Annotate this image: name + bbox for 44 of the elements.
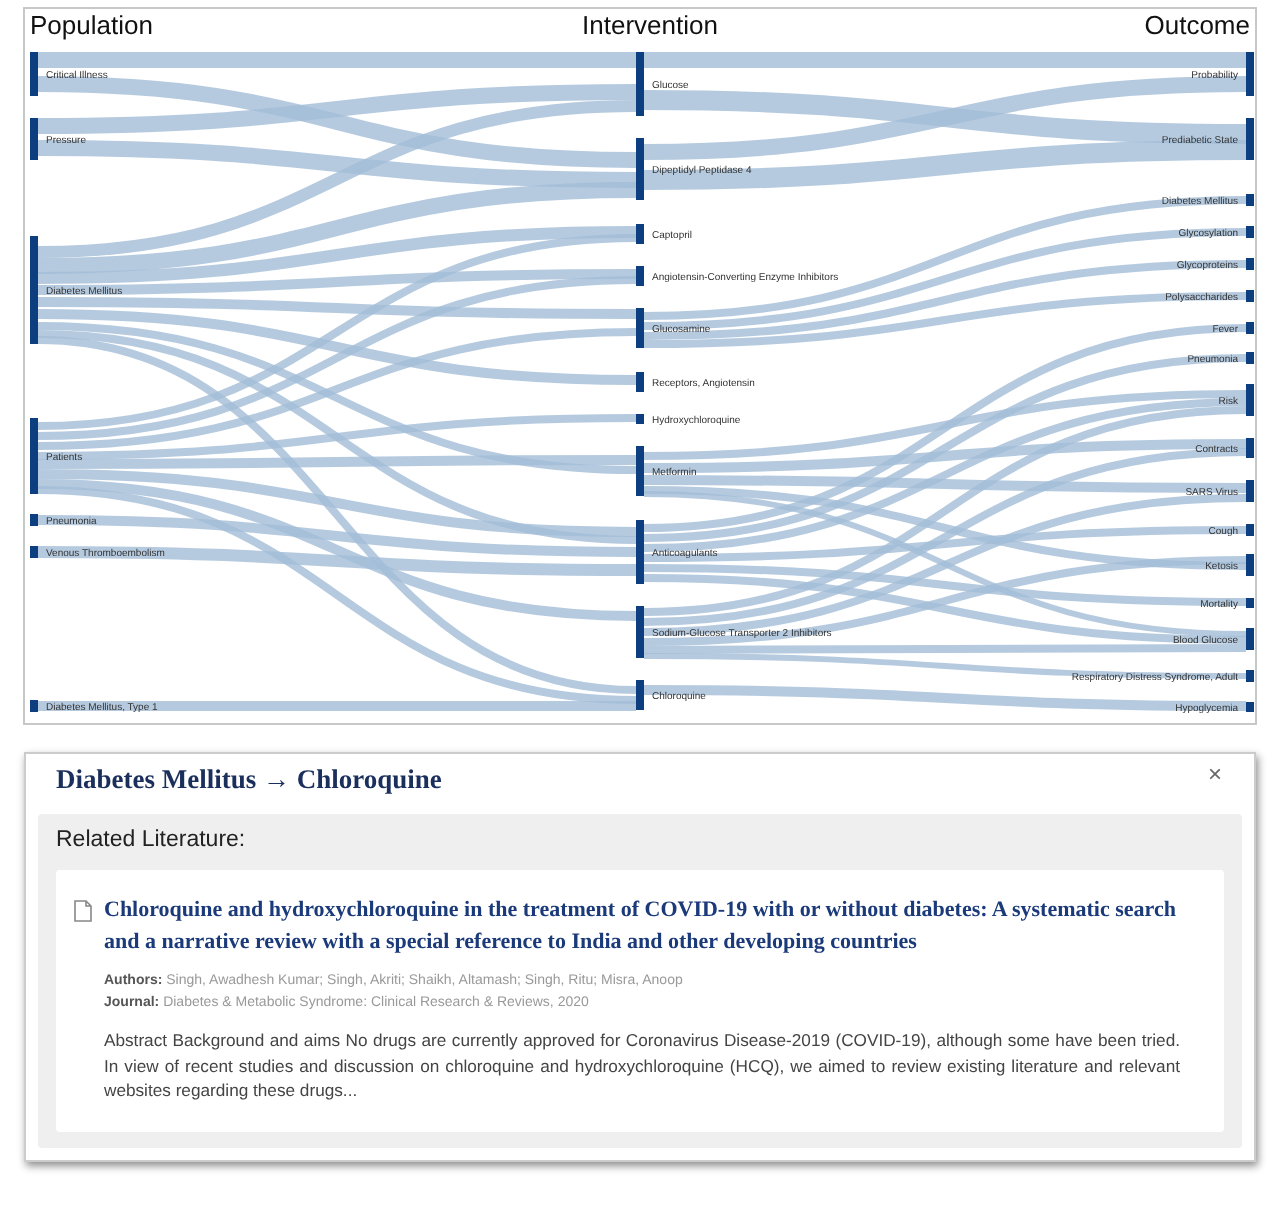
panel-title: Diabetes Mellitus → Chloroquine [56, 762, 442, 796]
sankey-node[interactable] [1246, 598, 1254, 608]
close-button[interactable]: × [1203, 762, 1226, 786]
sankey-node[interactable] [30, 700, 38, 712]
sankey-node[interactable] [30, 52, 38, 96]
sankey-node[interactable] [1246, 438, 1254, 458]
sankey-node[interactable] [636, 606, 644, 658]
sankey-node[interactable] [30, 418, 38, 494]
sankey-node[interactable] [636, 414, 644, 424]
sankey-node[interactable] [636, 266, 644, 286]
section-title: Related Literature: [56, 828, 248, 852]
sankey-node[interactable] [1246, 226, 1254, 238]
sankey-node[interactable] [1246, 524, 1254, 536]
article-abstract: Abstract Background and aims No drugs are currently approved for Coronavirus Disease-2019 (COVID-19), although some have been tried. In view of recent studies and discussion on chloroquine and hydroxychloroquine (HCQ), we aimed to review existing literature and relevant websites regarding these drugs... [104, 1028, 1180, 1103]
sankey-node[interactable] [1246, 290, 1254, 302]
sankey-node[interactable] [636, 308, 644, 348]
sankey-node[interactable] [30, 514, 38, 526]
sankey-node[interactable] [636, 372, 644, 392]
document-icon [74, 900, 92, 922]
sankey-node[interactable] [1246, 480, 1254, 502]
sankey-node[interactable] [1246, 554, 1254, 576]
sankey-node[interactable] [636, 138, 644, 200]
sankey-node[interactable] [636, 680, 644, 710]
sankey-node[interactable] [30, 118, 38, 160]
sankey-node[interactable] [636, 52, 644, 116]
sankey-node[interactable] [1246, 702, 1254, 712]
sankey-node[interactable] [1246, 258, 1254, 270]
sankey-node[interactable] [636, 520, 644, 584]
sankey-node[interactable] [30, 236, 38, 344]
sankey-node[interactable] [1246, 52, 1254, 96]
sankey-node[interactable] [636, 224, 644, 244]
column-header: Intervention [582, 10, 718, 40]
column-header: Population [30, 10, 153, 40]
sankey-node[interactable] [1246, 384, 1254, 416]
article-title-link[interactable]: Chloroquine and hydroxychloroquine in the treatment of COVID-19 with or without diabetes: A systematic search and a narrative review with a special reference to India and other developing countries [104, 894, 1180, 958]
sankey-node[interactable] [1246, 118, 1254, 160]
sankey-node[interactable] [1246, 352, 1254, 364]
sankey-node[interactable] [30, 546, 38, 558]
sankey-node[interactable] [1246, 628, 1254, 650]
column-header: Outcome [1144, 10, 1250, 40]
sankey-node[interactable] [636, 446, 644, 496]
sankey-node[interactable] [1246, 670, 1254, 682]
sankey-node[interactable] [1246, 194, 1254, 206]
sankey-node[interactable] [1246, 322, 1254, 334]
